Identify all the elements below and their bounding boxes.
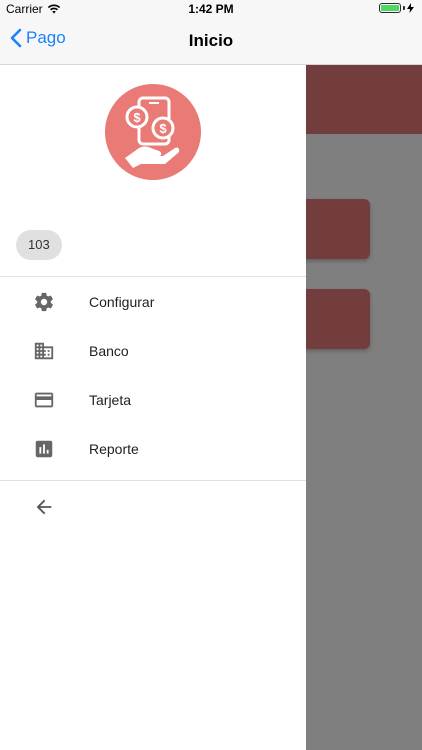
menu-item-reporte[interactable]: Reporte: [0, 424, 306, 473]
status-bar: Carrier 1:42 PM: [0, 0, 422, 18]
navigation-drawer: $ $ 103 Configurar Banco Tarjeta Reporte: [0, 64, 306, 750]
page-title: Inicio: [188, 31, 234, 50]
bank-icon: [0, 340, 89, 362]
status-right: [379, 3, 414, 13]
background-header: [306, 64, 422, 134]
charging-bolt-icon: [407, 3, 414, 13]
divider: [0, 480, 306, 481]
arrow-left-icon[interactable]: [33, 496, 55, 518]
drawer-menu: Configurar Banco Tarjeta Reporte: [0, 277, 306, 473]
menu-item-label: Banco: [89, 342, 129, 359]
menu-item-banco[interactable]: Banco: [0, 326, 306, 375]
status-time: 1:42 PM: [188, 2, 234, 16]
svg-text:$: $: [159, 121, 167, 136]
money-hand-icon: $ $: [125, 96, 180, 168]
battery-tip: [403, 6, 405, 10]
count-badge: 103: [16, 230, 62, 260]
svg-text:$: $: [133, 110, 141, 125]
battery-icon: [379, 3, 401, 13]
menu-item-label: Reporte: [89, 440, 139, 457]
report-icon: [0, 438, 89, 460]
menu-item-configurar[interactable]: Configurar: [0, 277, 306, 326]
menu-item-label: Configurar: [89, 293, 155, 310]
avatar: $ $: [105, 84, 201, 180]
menu-item-label: Tarjeta: [89, 391, 132, 408]
credit-card-icon: [0, 389, 89, 411]
menu-item-tarjeta[interactable]: Tarjeta: [0, 375, 306, 424]
navigation-bar: Pago Inicio: [0, 18, 422, 65]
gear-icon: [0, 291, 89, 313]
